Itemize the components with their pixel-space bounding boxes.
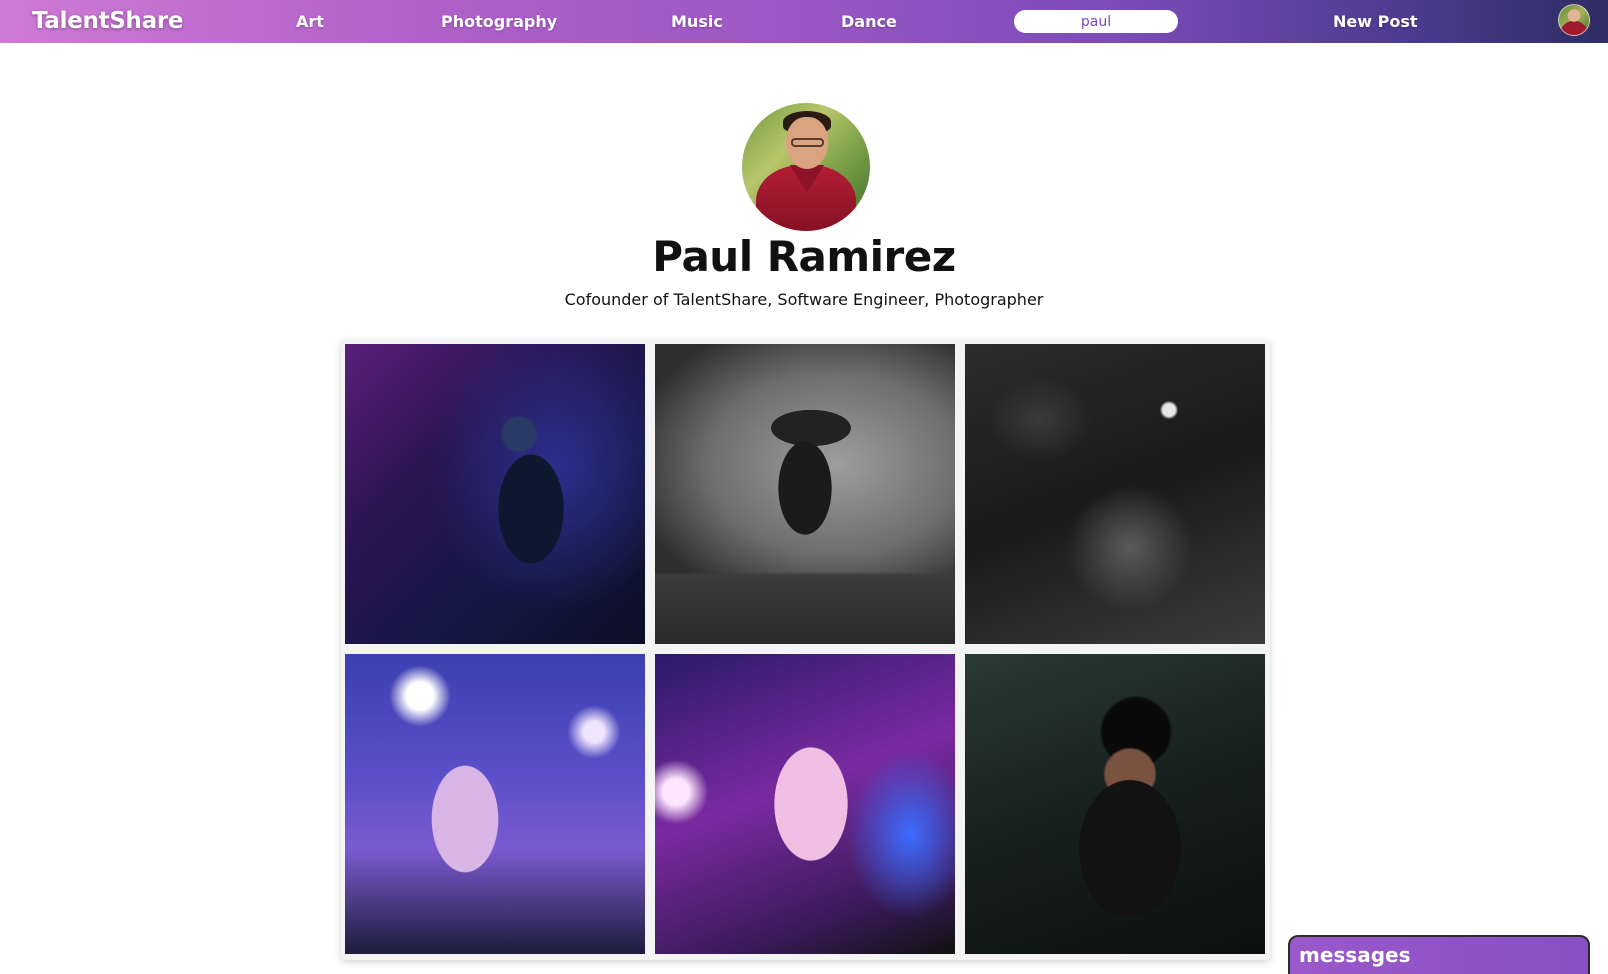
user-avatar-icon[interactable] — [1558, 4, 1590, 36]
nav-item-art[interactable]: Art — [296, 0, 324, 43]
photo-gallery — [341, 340, 1270, 960]
gallery-photo-6[interactable] — [965, 654, 1265, 954]
profile-avatar — [742, 103, 870, 231]
nav-item-photography[interactable]: Photography — [441, 0, 557, 43]
profile-bio: Cofounder of TalentShare, Software Engin… — [564, 290, 1044, 309]
app-logo[interactable]: TalentShare — [32, 0, 184, 43]
messages-tab[interactable]: messages — [1288, 935, 1590, 974]
search-input[interactable] — [1014, 10, 1178, 33]
nav-item-dance[interactable]: Dance — [841, 0, 897, 43]
gallery-photo-3[interactable] — [965, 344, 1265, 644]
nav-item-music[interactable]: Music — [671, 0, 723, 43]
gallery-photo-5[interactable] — [655, 654, 955, 954]
avatar-glasses — [791, 138, 824, 147]
gallery-photo-1[interactable] — [345, 344, 645, 644]
profile-name: Paul Ramirez — [652, 232, 956, 281]
gallery-photo-4[interactable] — [345, 654, 645, 954]
top-navbar: TalentShare Art Photography Music Dance … — [0, 0, 1608, 43]
gallery-photo-2[interactable] — [655, 344, 955, 644]
new-post-button[interactable]: New Post — [1333, 0, 1417, 43]
